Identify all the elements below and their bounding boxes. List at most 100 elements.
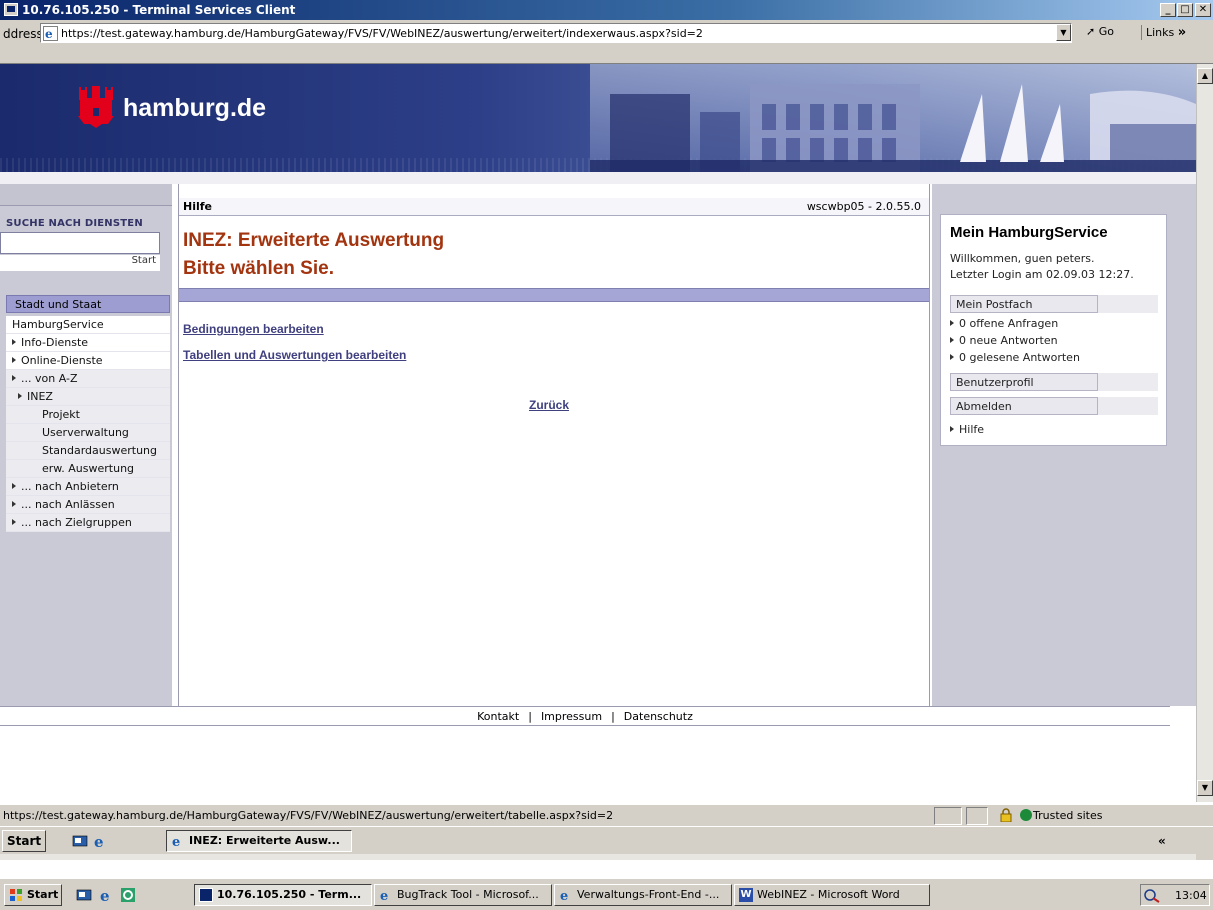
internet-explorer-icon[interactable]: e: [92, 833, 108, 849]
scroll-up-arrow-icon[interactable]: ▲: [1197, 68, 1213, 84]
contact-link[interactable]: Kontakt: [477, 710, 519, 723]
postfach-item-new[interactable]: 0 neue Antworten: [950, 334, 1058, 347]
word-icon: W: [739, 888, 753, 902]
logout-button[interactable]: Abmelden: [950, 397, 1098, 415]
nav-item-label: Online-Dienste: [21, 354, 103, 367]
window-title: 10.76.105.250 - Terminal Services Client: [22, 3, 296, 17]
nav-item-label: Projekt: [42, 408, 80, 421]
nav-item[interactable]: ... nach Anbietern: [6, 478, 170, 496]
taskbar-button-verwaltung[interactable]: e Verwaltungs-Front-End -...: [554, 884, 732, 906]
site-banner: hamburg.de: [0, 64, 1196, 172]
arrow-right-icon: [950, 354, 954, 360]
search-input[interactable]: [0, 232, 160, 254]
links-button[interactable]: Links »: [1141, 25, 1186, 40]
nav-item[interactable]: INEZ: [6, 388, 170, 406]
horizontal-scrollbar[interactable]: [0, 854, 1196, 860]
privacy-link[interactable]: Datenschutz: [624, 710, 693, 723]
address-dropdown-button[interactable]: ▼: [1056, 24, 1071, 41]
maximize-button[interactable]: □: [1177, 3, 1193, 17]
version-label: wscwbp05 - 2.0.55.0: [806, 200, 921, 213]
arrow-right-icon: [950, 320, 954, 326]
search-title: SUCHE NACH DIENSTEN: [6, 218, 143, 229]
status-cell: [966, 807, 988, 825]
address-input[interactable]: e https://test.gateway.hamburg.de/Hambur…: [40, 23, 1072, 43]
scroll-down-arrow-icon[interactable]: ▼: [1197, 780, 1213, 796]
lock-icon: [1000, 808, 1012, 822]
nav-item[interactable]: HamburgService: [6, 316, 170, 334]
search-start-button[interactable]: Start: [0, 255, 160, 271]
footer-separator: |: [528, 710, 532, 723]
edit-conditions-link[interactable]: Bedingungen bearbeiten: [183, 322, 324, 336]
help-bar: Hilfe wscwbp05 - 2.0.55.0: [179, 198, 929, 216]
minimize-button[interactable]: _: [1160, 3, 1176, 17]
page-title-line1: INEZ: Erweiterte Auswertung: [183, 230, 445, 251]
arrow-right-icon: [950, 426, 954, 432]
nav-item[interactable]: Projekt: [6, 406, 170, 424]
back-link[interactable]: Zurück: [529, 398, 569, 412]
window-title-bar[interactable]: 10.76.105.250 - Terminal Services Client…: [0, 0, 1213, 20]
postfach-item-read[interactable]: 0 gelesene Antworten: [950, 351, 1080, 364]
arrow-right-icon: [12, 357, 16, 363]
nav-item-label: erw. Auswertung: [42, 462, 135, 475]
taskbar-button-bugtrack[interactable]: e BugTrack Tool - Microsof...: [374, 884, 552, 906]
imprint-link[interactable]: Impressum: [541, 710, 602, 723]
arrow-right-icon: [18, 393, 22, 399]
left-nav-top-strip: [0, 184, 172, 206]
site-logo-text[interactable]: hamburg.de: [123, 94, 266, 123]
taskbar-button-word[interactable]: W WebINEZ - Microsoft Word: [734, 884, 930, 906]
vertical-scrollbar[interactable]: ▲ ▼: [1196, 64, 1213, 802]
chevron-right-icon: »: [1177, 25, 1187, 40]
nav-item[interactable]: Online-Dienste: [6, 352, 170, 370]
last-login-text: Letzter Login am 02.09.03 12:27.: [950, 268, 1134, 281]
nav-item[interactable]: erw. Auswertung: [6, 460, 170, 478]
page-title-line2: Bitte wählen Sie.: [183, 258, 334, 279]
footer-separator: |: [611, 710, 615, 723]
nav-item[interactable]: ... nach Anlässen: [6, 496, 170, 514]
internet-explorer-icon[interactable]: e: [98, 887, 114, 903]
arrow-right-icon: [950, 337, 954, 343]
nav-item[interactable]: Userverwaltung: [6, 424, 170, 442]
windows-logo-icon: [10, 889, 22, 901]
svg-text:e: e: [100, 887, 110, 903]
my-service-title: Mein HamburgService: [950, 224, 1108, 241]
nav-section-title[interactable]: Stadt und Staat: [6, 295, 170, 313]
tray-network-icon[interactable]: [1144, 889, 1162, 903]
nav-item[interactable]: Info-Dienste: [6, 334, 170, 352]
terminal-window-icon: [4, 3, 18, 16]
ie-page-icon: e: [43, 26, 58, 41]
ie-page-icon: e: [560, 889, 568, 902]
status-bar: https://test.gateway.hamburg.de/HamburgG…: [0, 804, 1213, 826]
ie-page-icon: e: [380, 889, 388, 902]
help-link[interactable]: Hilfe: [183, 200, 212, 213]
page-footer: Kontakt | Impressum | Datenschutz: [0, 706, 1170, 726]
outlook-icon[interactable]: [120, 887, 136, 903]
taskbar-button-terminal[interactable]: 10.76.105.250 - Term...: [194, 884, 372, 906]
content-divider-band: [179, 288, 929, 302]
address-label: ddress: [3, 27, 43, 41]
svg-text:e: e: [45, 27, 53, 41]
svg-text:e: e: [380, 889, 388, 902]
show-desktop-icon[interactable]: [72, 833, 88, 849]
nav-item-label: Standardauswertung: [42, 444, 158, 457]
go-button[interactable]: ➚ Go: [1086, 25, 1114, 38]
postfach-item-open[interactable]: 0 offene Anfragen: [950, 317, 1058, 330]
arrow-right-icon: [12, 375, 16, 381]
nav-item[interactable]: Standardauswertung: [6, 442, 170, 460]
remote-taskbar-window-button[interactable]: e INEZ: Erweiterte Ausw...: [166, 830, 352, 852]
user-profile-button[interactable]: Benutzerprofil: [950, 373, 1098, 391]
postfach-button[interactable]: Mein Postfach: [950, 295, 1098, 313]
ie-page-icon: e: [172, 835, 180, 848]
remote-start-button[interactable]: Start: [2, 830, 47, 852]
nav-list: HamburgService Info-Dienste Online-Dienste…: [6, 316, 170, 532]
local-start-button[interactable]: Start: [4, 884, 62, 906]
close-button[interactable]: ✕: [1195, 3, 1211, 17]
nav-item[interactable]: ... von A-Z: [6, 370, 170, 388]
edit-tables-link[interactable]: Tabellen und Auswertungen bearbeiten: [183, 348, 406, 362]
nav-item[interactable]: ... nach Zielgruppen: [6, 514, 170, 532]
help-sidebar-link[interactable]: Hilfe: [950, 423, 984, 436]
tray-chevron-icon[interactable]: «: [1158, 834, 1166, 848]
arrow-right-icon: [12, 519, 16, 525]
show-desktop-icon[interactable]: [76, 887, 92, 903]
hamburg-castle-logo-icon: [78, 86, 114, 128]
banner-photo: [590, 64, 1196, 172]
